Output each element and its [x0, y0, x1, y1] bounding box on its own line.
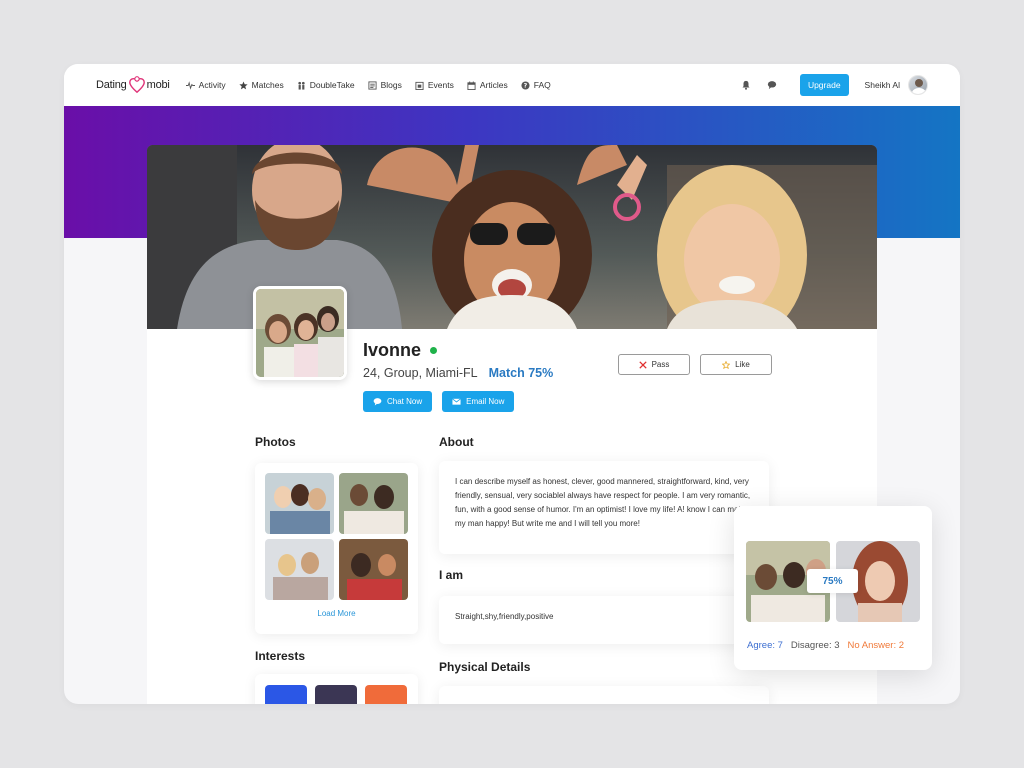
user-menu[interactable]: Sheikh Al: [865, 75, 928, 95]
brand-logo[interactable]: Dating mobi: [96, 76, 170, 94]
photo-thumbnail-image: [265, 473, 334, 534]
photo-thumbnail[interactable]: [265, 473, 334, 534]
photo-thumbnail[interactable]: [265, 539, 334, 600]
pass-button[interactable]: Pass: [618, 354, 690, 375]
compatibility-stats: Agree: 7 Disagree: 3 No Answer: 2: [747, 640, 904, 651]
i-am-heading: I am: [439, 568, 464, 582]
email-now-button[interactable]: Email Now: [442, 391, 515, 412]
online-status-dot: [430, 347, 438, 354]
photos-heading: Photos: [255, 435, 296, 449]
compatibility-percent: 75%: [807, 569, 858, 593]
user-name: Sheikh Al: [864, 80, 900, 90]
chat-bubble-icon: [373, 398, 382, 406]
i-am-text: Straight,shy,friendly,positive: [455, 612, 554, 621]
nav-item-label: Matches: [251, 80, 284, 90]
about-heading: About: [439, 435, 474, 449]
photo-thumbnail[interactable]: [339, 539, 408, 600]
nav-item-label: DoubleTake: [309, 80, 355, 90]
interest-tile[interactable]: [315, 685, 357, 704]
photo-thumbnail-image: [265, 539, 334, 600]
physical-details-heading: Physical Details: [439, 660, 531, 674]
bell-icon: [742, 80, 750, 90]
like-label: Like: [735, 360, 750, 369]
like-button[interactable]: Like: [700, 354, 772, 375]
profile-meta: 24, Group, Miami-FL: [363, 366, 478, 380]
chat-now-label: Chat Now: [387, 397, 423, 406]
nav-right: Upgrade Sheikh Al: [740, 74, 928, 96]
nav-item-matches[interactable]: Matches: [238, 80, 284, 90]
nav-item-label: FAQ: [533, 80, 551, 90]
physical-details-panel: [439, 686, 769, 704]
avatar: [908, 75, 928, 95]
brand-right: mobi: [146, 79, 170, 91]
mail-icon: [452, 398, 461, 405]
nav-item-events[interactable]: Events: [415, 80, 454, 90]
star-icon: [238, 80, 248, 89]
chat-bubble-icon: [767, 81, 777, 90]
photo-thumbnail-image: [339, 473, 408, 534]
profile-name: Ivonne: [363, 340, 422, 360]
nav-item-faq[interactable]: ? FAQ: [521, 80, 551, 90]
interests-heading: Interests: [255, 649, 306, 663]
activity-icon: [185, 80, 195, 90]
profile-photo[interactable]: [253, 286, 347, 380]
disagree-count: Disagree: 3: [790, 640, 840, 651]
contact-buttons: Chat Now Email Now: [363, 391, 515, 412]
upgrade-button[interactable]: Upgrade: [799, 74, 849, 96]
profile-photo-image: [256, 289, 344, 377]
svg-text:?: ?: [523, 82, 527, 89]
brand-left: Dating: [96, 79, 127, 91]
nav-item-activity[interactable]: Activity: [185, 80, 226, 90]
profile-name-row: Ivonne: [363, 340, 438, 361]
nav-menu: Activity Matches DoubleTake Blogs Events…: [185, 80, 551, 90]
calendar-icon: [467, 80, 476, 90]
about-panel: I can describe myself as honest, clever,…: [439, 461, 769, 554]
interest-tile[interactable]: [265, 685, 307, 704]
nav-item-label: Activity: [198, 80, 226, 90]
nav-item-doubletake[interactable]: DoubleTake: [297, 80, 355, 90]
load-more-link[interactable]: Load More: [255, 609, 418, 618]
interests-panel: [255, 674, 418, 704]
heart-pin-icon: [128, 76, 145, 94]
match-percentage: Match 75%: [488, 366, 554, 380]
event-icon: [415, 81, 424, 90]
photo-thumbnail[interactable]: [339, 473, 408, 534]
email-now-label: Email Now: [466, 397, 505, 406]
agree-count: Agree: 7: [747, 640, 783, 651]
blog-icon: [368, 80, 377, 90]
photos-panel: Load More: [255, 463, 418, 634]
about-text: I can describe myself as honest, clever,…: [455, 477, 751, 528]
messages-button[interactable]: [766, 79, 778, 91]
no-answer-count: No Answer: 2: [847, 640, 905, 651]
photo-thumbnail-image: [339, 539, 408, 600]
nav-item-articles[interactable]: Articles: [467, 80, 508, 90]
pass-like-buttons: Pass Like: [618, 354, 772, 375]
pass-label: Pass: [651, 360, 670, 369]
help-icon: ?: [521, 80, 530, 89]
nav-item-label: Articles: [479, 80, 508, 90]
notifications-button[interactable]: [740, 79, 752, 91]
i-am-panel: Straight,shy,friendly,positive: [439, 596, 769, 644]
nav-item-label: Events: [427, 80, 454, 90]
interest-tile[interactable]: [365, 685, 407, 704]
nav-item-label: Blogs: [380, 80, 402, 90]
people-icon: [298, 81, 305, 90]
nav-item-blogs[interactable]: Blogs: [368, 80, 402, 90]
compatibility-card: 75% Agree: 7 Disagree: 3 No Answer: 2: [734, 506, 932, 670]
top-nav: Dating mobi Activity Matches DoubleTake: [64, 64, 960, 106]
profile-subtitle: 24, Group, Miami-FL Match 75%: [363, 366, 553, 380]
chat-now-button[interactable]: Chat Now: [363, 391, 433, 412]
star-outline-icon: [722, 360, 731, 369]
close-icon: [638, 360, 647, 369]
